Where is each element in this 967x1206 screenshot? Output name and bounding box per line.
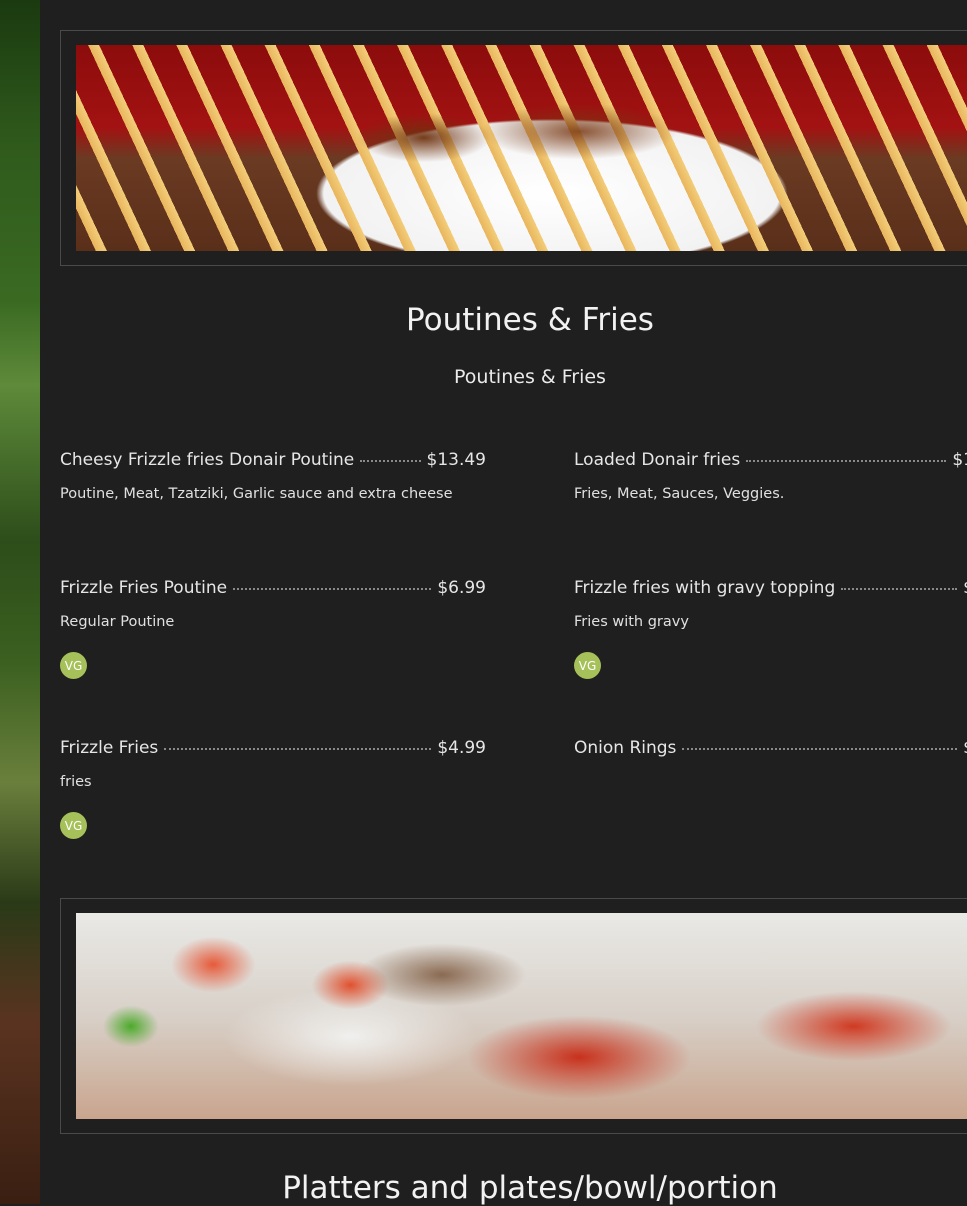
dot-leader <box>841 588 958 590</box>
item-name: Loaded Donair fries <box>574 450 741 470</box>
item-name: Frizzle Fries Poutine <box>60 578 228 598</box>
donair-platter-photo <box>76 913 967 1119</box>
item-name: Onion Rings <box>574 738 677 758</box>
menu-item[interactable]: Onion Rings $ <box>574 738 967 760</box>
item-name: Cheesy Frizzle fries Donair Poutine <box>60 450 355 470</box>
vegetarian-badge: VG <box>60 652 87 679</box>
dot-leader <box>746 460 947 462</box>
top-banner-frame <box>60 30 967 266</box>
item-price: $1 <box>952 450 967 470</box>
section-title: Poutines & Fries <box>406 302 654 338</box>
vegetarian-badge: VG <box>60 812 87 839</box>
item-description: Fries with gravy <box>574 614 689 630</box>
item-price: $ <box>963 578 967 598</box>
item-price: $6.99 <box>437 578 486 598</box>
item-price: $4.99 <box>437 738 486 758</box>
bottom-banner-frame <box>60 898 967 1134</box>
section-subtitle: Poutines & Fries <box>454 366 606 388</box>
item-price: $ <box>963 738 967 758</box>
menu-item[interactable]: Frizzle Fries Poutine $6.99 Regular Pout… <box>60 578 486 679</box>
poutine-photo <box>76 45 967 251</box>
dot-leader <box>682 748 958 750</box>
background-photo-strip <box>0 0 40 1204</box>
next-section-title: Platters and plates/bowl/portion <box>282 1170 778 1206</box>
menu-item[interactable]: Frizzle fries with gravy topping $ Fries… <box>574 578 967 679</box>
item-description: Poutine, Meat, Tzatziki, Garlic sauce an… <box>60 486 453 502</box>
menu-item[interactable]: Frizzle Fries $4.99 fries VG <box>60 738 486 839</box>
vegetarian-badge: VG <box>574 652 601 679</box>
item-name: Frizzle Fries <box>60 738 159 758</box>
item-description: Regular Poutine <box>60 614 175 630</box>
item-description: Fries, Meat, Sauces, Veggies. <box>574 486 785 502</box>
menu-item[interactable]: Loaded Donair fries $1 Fries, Meat, Sauc… <box>574 450 967 502</box>
item-price: $13.49 <box>426 450 486 470</box>
menu-content: Poutines & Fries Poutines & Fries Cheesy… <box>40 0 967 1206</box>
dot-leader <box>360 460 421 462</box>
menu-item[interactable]: Cheesy Frizzle fries Donair Poutine $13.… <box>60 450 486 502</box>
dot-leader <box>164 748 432 750</box>
dot-leader <box>233 588 432 590</box>
item-description: fries <box>60 774 92 790</box>
item-name: Frizzle fries with gravy topping <box>574 578 836 598</box>
